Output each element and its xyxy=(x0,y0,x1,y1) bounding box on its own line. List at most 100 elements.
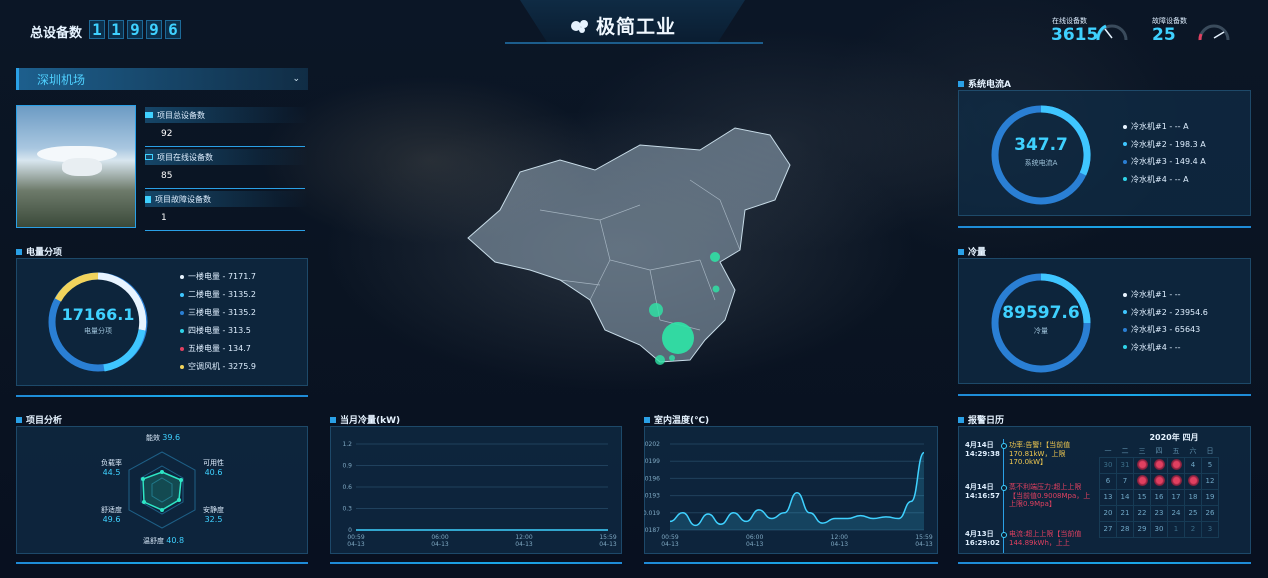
calendar-day[interactable] xyxy=(1150,472,1168,490)
calendar-day[interactable]: 30 xyxy=(1150,520,1168,538)
legend-dot xyxy=(1123,142,1127,146)
calendar-day[interactable] xyxy=(1167,456,1185,474)
brand: 极简工业 xyxy=(570,12,676,39)
legend-item: 冷水机#4 - -- A xyxy=(1123,174,1189,185)
calendar-day[interactable] xyxy=(1150,456,1168,474)
site-select[interactable]: 深圳机场 ⌄ xyxy=(16,68,308,90)
radar-axis: 安静度 32.5 xyxy=(203,506,224,524)
radar-axis: 能效 39.6 xyxy=(146,433,181,442)
weekday-label: 二 xyxy=(1121,446,1129,455)
x-tick-label: 06:00 xyxy=(746,534,763,541)
calendar-day[interactable]: 4 xyxy=(1184,456,1202,474)
calendar-day[interactable]: 5 xyxy=(1201,456,1219,474)
calendar-day[interactable]: 20 xyxy=(1099,504,1117,522)
y-tick-label: 20.0199 xyxy=(644,458,660,465)
chevron-down-icon[interactable]: ⌄ xyxy=(292,74,300,84)
calendar-day[interactable]: 29 xyxy=(1133,520,1151,538)
calendar-day[interactable]: 16 xyxy=(1150,488,1168,506)
divider xyxy=(16,562,308,564)
alarm-title: 报警日历 xyxy=(958,413,1004,426)
calendar-day[interactable]: 21 xyxy=(1116,504,1134,522)
site-stat: 项目总设备数 92 xyxy=(145,107,308,149)
calendar-day[interactable]: 24 xyxy=(1167,504,1185,522)
calendar-day[interactable]: 23 xyxy=(1150,504,1168,522)
power-title: 电量分项 xyxy=(16,245,62,258)
y-tick-label: 1.2 xyxy=(342,441,352,448)
x-tick-label: 04-13 xyxy=(515,541,533,548)
calendar-day[interactable]: 3 xyxy=(1201,520,1219,538)
y-tick-label: 0.3 xyxy=(342,506,352,513)
legend-label: 三楼电量 - 3135.2 xyxy=(188,308,256,317)
legend-item: 冷水机#2 - 23954.6 xyxy=(1123,307,1208,318)
alarm-marker xyxy=(1170,474,1182,486)
x-tick-label: 06:00 xyxy=(431,534,448,541)
calendar-day[interactable]: 17 xyxy=(1167,488,1185,506)
calendar-day[interactable]: 15 xyxy=(1133,488,1151,506)
calendar-day[interactable]: 18 xyxy=(1184,488,1202,506)
current-total: 347.7 xyxy=(1014,135,1068,155)
cooling-title: 冷量 xyxy=(958,245,986,258)
site-select-value: 深圳机场 xyxy=(37,72,86,87)
x-tick-label: 04-13 xyxy=(746,541,764,548)
cooling-total: 89597.6 xyxy=(1002,303,1080,323)
alarm-marker xyxy=(1136,458,1148,470)
y-tick-label: 20.0193 xyxy=(644,493,660,500)
calendar-day[interactable]: 1 xyxy=(1167,520,1185,538)
alarm-panel: 4月14日 14:29:38 功率:告警!【当前值170.81kW，上限170.0… xyxy=(958,426,1251,554)
legend-dot xyxy=(1123,124,1127,129)
digit: 1 xyxy=(108,20,124,39)
weekday-label: 日 xyxy=(1206,446,1214,455)
legend-dot xyxy=(180,364,184,369)
digit: 6 xyxy=(165,20,181,39)
legend-label: 冷水机#4 - -- xyxy=(1131,342,1181,352)
calendar-day[interactable]: 13 xyxy=(1099,488,1117,506)
calendar-day[interactable]: 14 xyxy=(1116,488,1134,506)
legend-item: 一楼电量 - 7171.7 xyxy=(180,271,256,282)
divider xyxy=(958,226,1251,228)
calendar-day[interactable]: 7 xyxy=(1116,472,1134,490)
legend-dot xyxy=(180,274,184,279)
legend-label: 冷水机#3 - 65643 xyxy=(1131,325,1201,334)
total-devices-counter: 11996 xyxy=(89,20,184,39)
calendar-day[interactable]: 25 xyxy=(1184,504,1202,522)
radar-axis: 可用性 40.6 xyxy=(203,459,224,477)
calendar-title: 2020年 四月 xyxy=(1149,433,1199,442)
calendar-day[interactable]: 31 xyxy=(1116,456,1134,474)
legend-item: 五楼电量 - 134.7 xyxy=(180,343,251,354)
calendar-day[interactable]: 26 xyxy=(1201,504,1219,522)
legend-label: 冷水机#1 - -- A xyxy=(1131,122,1189,131)
calendar-day[interactable]: 19 xyxy=(1201,488,1219,506)
legend-dot xyxy=(1123,310,1127,314)
calendar-day[interactable] xyxy=(1133,472,1151,490)
site-stats: 项目总设备数 92 项目在线设备数 85 项目故障设备数 1 xyxy=(145,107,308,233)
current-ring xyxy=(991,105,1091,205)
calendar-day[interactable] xyxy=(1167,472,1185,490)
calendar-day[interactable] xyxy=(1184,472,1202,490)
calendar-day[interactable]: 27 xyxy=(1099,520,1117,538)
divider xyxy=(958,562,1251,564)
legend-label: 五楼电量 - 134.7 xyxy=(188,344,251,353)
divider xyxy=(330,562,622,564)
calendar-day[interactable] xyxy=(1133,456,1151,474)
alarm-marker xyxy=(1170,458,1182,470)
legend-item: 二楼电量 - 3135.2 xyxy=(180,289,256,300)
legend-dot xyxy=(180,328,184,333)
legend-dot xyxy=(180,346,184,351)
calendar-day[interactable]: 22 xyxy=(1133,504,1151,522)
calendar-day[interactable]: 30 xyxy=(1099,456,1117,474)
map-point xyxy=(662,322,694,354)
radar-axis: 舒适度 49.6 xyxy=(101,506,122,524)
y-tick-label: 0.9 xyxy=(342,463,352,470)
legend-dot xyxy=(1123,159,1127,164)
y-tick-label: 20.0202 xyxy=(644,441,660,448)
alarm-marker xyxy=(1136,474,1148,486)
map-point xyxy=(649,303,663,317)
legend-dot xyxy=(1123,327,1127,332)
calendar-day[interactable]: 2 xyxy=(1184,520,1202,538)
radar-axis: 负载率 44.5 xyxy=(101,459,122,477)
calendar-day[interactable]: 12 xyxy=(1201,472,1219,490)
legend-label: 冷水机#2 - 198.3 A xyxy=(1131,139,1206,149)
calendar-day[interactable]: 28 xyxy=(1116,520,1134,538)
calendar-day[interactable]: 6 xyxy=(1099,472,1117,490)
digit: 1 xyxy=(89,20,105,39)
